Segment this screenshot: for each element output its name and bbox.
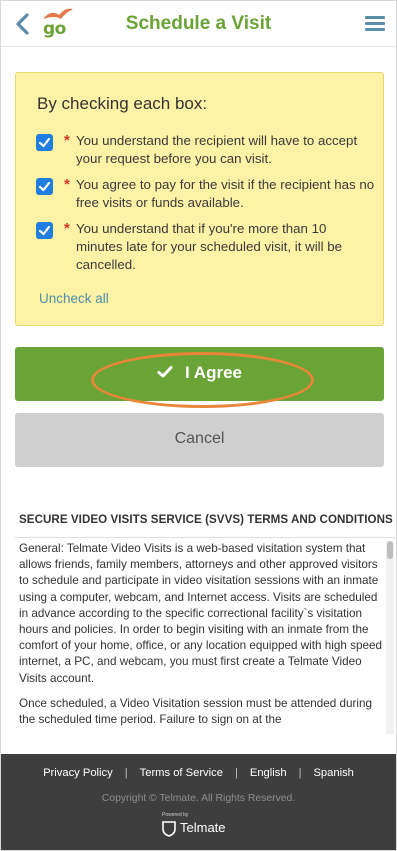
checkmark-icon bbox=[38, 181, 51, 192]
agree-button[interactable]: I Agree bbox=[15, 347, 384, 401]
cancel-button[interactable]: Cancel bbox=[15, 413, 384, 467]
terms-paragraph: General: Telmate Video Visits is a web-b… bbox=[19, 542, 382, 685]
required-asterisk: * bbox=[64, 220, 70, 237]
scrollbar-thumb[interactable] bbox=[387, 541, 393, 559]
agreement-item-text: You understand that if you're more than … bbox=[76, 221, 343, 272]
checkbox-checked[interactable] bbox=[36, 178, 53, 195]
footer-links: Privacy Policy | Terms of Service | English |… bbox=[1, 767, 396, 779]
checkbox-checked[interactable] bbox=[36, 222, 53, 239]
checkmark-icon bbox=[38, 137, 51, 148]
cancel-button-label: Cancel bbox=[174, 430, 225, 447]
hamburger-line bbox=[365, 28, 385, 31]
powered-by-text: Powered by bbox=[162, 812, 189, 818]
hamburger-menu-icon bbox=[365, 16, 385, 19]
brand-name: Telmate bbox=[180, 820, 226, 835]
copyright-text: Copyright © Telmate. All Rights Reserved… bbox=[101, 793, 296, 804]
english-link[interactable]: English bbox=[250, 767, 287, 779]
separator: | bbox=[234, 767, 238, 779]
separator: | bbox=[298, 767, 302, 779]
page-title: Schedule a Visit bbox=[125, 13, 272, 34]
terms-body: General: Telmate Video Visits is a web-b… bbox=[19, 541, 383, 735]
required-asterisk: * bbox=[64, 132, 70, 149]
agree-button-content: I Agree bbox=[15, 363, 384, 383]
spanish-link[interactable]: Spanish bbox=[313, 767, 353, 779]
checkbox-checked[interactable] bbox=[36, 134, 53, 151]
checkmark-icon bbox=[38, 225, 51, 236]
terms-title: SECURE VIDEO VISITS SERVICE (SVVS) TERMS… bbox=[19, 513, 393, 526]
uncheck-all-link[interactable]: Uncheck all bbox=[39, 291, 109, 306]
agreement-item-text: You understand the recipient will have t… bbox=[76, 133, 358, 166]
required-asterisk: * bbox=[64, 176, 70, 193]
agreement-item-text: You agree to pay for the visit if the re… bbox=[76, 177, 375, 210]
hamburger-line bbox=[365, 22, 385, 25]
agree-button-label: I Agree bbox=[184, 363, 242, 382]
terms-scroll-area[interactable]: General: Telmate Video Visits is a web-b… bbox=[15, 537, 397, 735]
header: go Schedule a Visit bbox=[1, 1, 396, 47]
footer: Privacy Policy | Terms of Service | English |… bbox=[1, 754, 396, 850]
app-frame: go Schedule a Visit By checking each box… bbox=[0, 0, 397, 851]
privacy-policy-link[interactable]: Privacy Policy bbox=[43, 767, 113, 779]
agreement-panel: By checking each box: * You understand t… bbox=[15, 72, 384, 326]
agreement-heading: By checking each box: bbox=[37, 94, 208, 113]
terms-of-service-link[interactable]: Terms of Service bbox=[140, 767, 223, 779]
checkmark-icon bbox=[157, 366, 173, 378]
menu-button[interactable] bbox=[365, 16, 385, 32]
terms-paragraph: Once scheduled, a Video Visitation sessi… bbox=[19, 696, 373, 727]
telmate-shield-icon bbox=[162, 821, 176, 837]
scrollbar[interactable] bbox=[386, 541, 394, 734]
separator: | bbox=[124, 767, 128, 779]
